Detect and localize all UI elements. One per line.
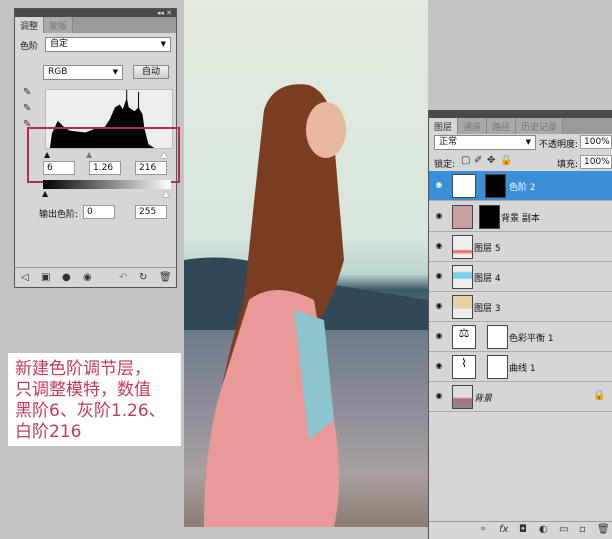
layer-mask-thumbnail [479, 205, 500, 229]
preset-value: 自定 [50, 39, 69, 49]
output-black-field[interactable]: 0 [83, 205, 115, 219]
layer-name: 曲线 1 [509, 364, 536, 374]
opacity-field[interactable]: 100% [580, 135, 612, 149]
layer-thumbnail [452, 385, 473, 409]
tab-channels[interactable]: 通道 [458, 118, 488, 134]
caption-line: 只调整模特，数值 [15, 380, 151, 400]
view-previous-icon[interactable]: ↶ [119, 272, 127, 283]
channel-value: RGB [48, 67, 68, 77]
lock-transparency-icon[interactable]: ▢ [461, 155, 470, 166]
layer-mask-thumbnail [487, 325, 508, 349]
eye-icon[interactable]: ◉ [433, 301, 445, 311]
eye-icon[interactable]: ◉ [433, 241, 445, 251]
layer-name: 背景 副本 [501, 214, 540, 224]
layer-name: 图层 3 [474, 304, 501, 314]
layer-name: 色彩平衡 1 [509, 334, 554, 344]
output-white-field[interactable]: 255 [135, 205, 167, 219]
tab-layers[interactable]: 图层 [429, 118, 459, 134]
back-arrow-icon[interactable]: ◁ [21, 272, 29, 283]
clip-layer-icon[interactable]: ● [62, 272, 71, 283]
tab-adjustments[interactable]: 调整 [15, 17, 45, 33]
canvas-photo [184, 0, 428, 528]
model-photo-image [184, 84, 428, 528]
tab-paths[interactable]: 路径 [487, 118, 517, 134]
layer-name: 色阶 2 [509, 183, 536, 193]
color-balance-thumbnail-icon: ⚖ [452, 325, 476, 349]
eye-icon[interactable]: ◉ [433, 180, 445, 190]
opacity-label: 不透明度: [539, 140, 579, 150]
layer-row-curves-1[interactable]: ◉ ⌇ 曲线 1 [429, 352, 612, 382]
eye-icon[interactable]: ◉ [433, 391, 445, 401]
link-layers-icon[interactable]: ⚭ [479, 524, 487, 535]
layer-row-layer-5[interactable]: ◉ 图层 5 [429, 232, 612, 262]
layer-name: 图层 5 [474, 244, 501, 254]
panel-titlebar[interactable]: ◂◂ ✕ [15, 9, 176, 17]
layer-row-layer-4[interactable]: ◉ 图层 4 [429, 262, 612, 292]
layer-row-levels-2[interactable]: ◉ 色阶 2 [429, 171, 612, 201]
lock-pixels-icon[interactable]: ✐ [474, 155, 482, 166]
gray-eyedropper-icon[interactable]: ✎ [23, 103, 31, 114]
chevron-down-icon: ▼ [160, 40, 166, 48]
channel-select[interactable]: RGB ▼ [43, 65, 123, 80]
add-mask-icon[interactable]: ◘ [519, 524, 527, 535]
black-eyedropper-icon[interactable]: ✎ [23, 87, 31, 98]
output-white-slider[interactable]: ▲ [163, 189, 169, 198]
preset-select[interactable]: 自定 ▼ [45, 37, 171, 52]
expand-view-icon[interactable]: ▣ [41, 272, 50, 283]
layer-mask-thumbnail [487, 355, 508, 379]
new-layer-icon[interactable]: ▫ [579, 524, 586, 535]
layer-thumbnail [452, 205, 473, 229]
layer-mask-thumbnail [485, 174, 506, 198]
levels-label: 色阶 [20, 42, 39, 52]
levels-thumbnail-icon [452, 174, 476, 198]
layer-row-background[interactable]: ◉ 背景 🔒 [429, 382, 612, 412]
layer-row-color-balance-1[interactable]: ◉ ⚖ 色彩平衡 1 [429, 322, 612, 352]
fill-field[interactable]: 100% [580, 155, 612, 169]
blend-mode-value: 正常 [439, 137, 458, 147]
layer-thumbnail [452, 265, 473, 289]
eye-icon[interactable]: ◉ [433, 361, 445, 371]
fill-label: 填充: [557, 160, 579, 170]
lock-all-icon[interactable]: 🔒 [500, 155, 512, 166]
chevron-down-icon: ▼ [525, 138, 531, 146]
output-gradient [43, 180, 171, 189]
layer-thumbnail [452, 295, 473, 319]
group-folder-icon[interactable]: ▭ [559, 524, 568, 535]
eye-icon[interactable]: ◉ [433, 271, 445, 281]
layer-row-layer-3[interactable]: ◉ 图层 3 [429, 292, 612, 322]
caption-line: 白阶216 [15, 422, 82, 442]
caption-line: 黑阶6、灰阶1.26、 [15, 401, 166, 421]
tab-history[interactable]: 历史记录 [516, 118, 564, 134]
lock-icon: 🔒 [593, 390, 606, 401]
visibility-icon[interactable]: ◉ [83, 272, 92, 283]
curves-thumbnail-icon: ⌇ [452, 355, 476, 379]
adjustments-panel: ◂◂ ✕ 调整 蒙版 色阶 自定 ▼ RGB ▼ 自动 ✎ ✎ ✎ ▲ ▲ ▲ 6 … [14, 8, 180, 288]
output-levels-label: 输出色阶: [39, 210, 79, 220]
reset-icon[interactable]: ↻ [139, 272, 147, 283]
auto-button[interactable]: 自动 [133, 65, 169, 79]
adjustment-layer-icon[interactable]: ◐ [539, 524, 548, 535]
caption-note: 新建色阶调节层， 只调整模特，数值 黑阶6、灰阶1.26、 白阶216 [8, 353, 181, 446]
layer-row-background-copy[interactable]: ◉ 背景 副本 [429, 202, 612, 232]
tab-masks[interactable]: 蒙版 [44, 17, 74, 33]
output-black-slider[interactable]: ▲ [42, 189, 48, 198]
chevron-down-icon: ▼ [112, 68, 118, 76]
lock-position-icon[interactable]: ✥ [487, 155, 495, 166]
blend-mode-select[interactable]: 正常 ▼ [434, 135, 536, 150]
panel-titlebar[interactable] [429, 110, 612, 118]
lock-label: 锁定: [434, 160, 456, 170]
trash-icon[interactable]: 🗑 [597, 524, 610, 535]
caption-line: 新建色阶调节层， [15, 359, 151, 379]
layer-thumbnail [452, 235, 473, 259]
layers-panel: 图层 通道 路径 历史记录 正常 ▼ 不透明度: 100% 锁定: ▢ ✐ ✥ 🔒… [428, 110, 612, 539]
trash-icon[interactable]: 🗑 [159, 272, 172, 283]
eye-icon[interactable]: ◉ [433, 211, 445, 221]
layer-name: 图层 4 [474, 274, 501, 284]
eye-icon[interactable]: ◉ [433, 331, 445, 341]
highlight-box [27, 127, 180, 183]
layer-name: 背景 [474, 394, 493, 404]
fx-icon[interactable]: fx [499, 524, 508, 535]
